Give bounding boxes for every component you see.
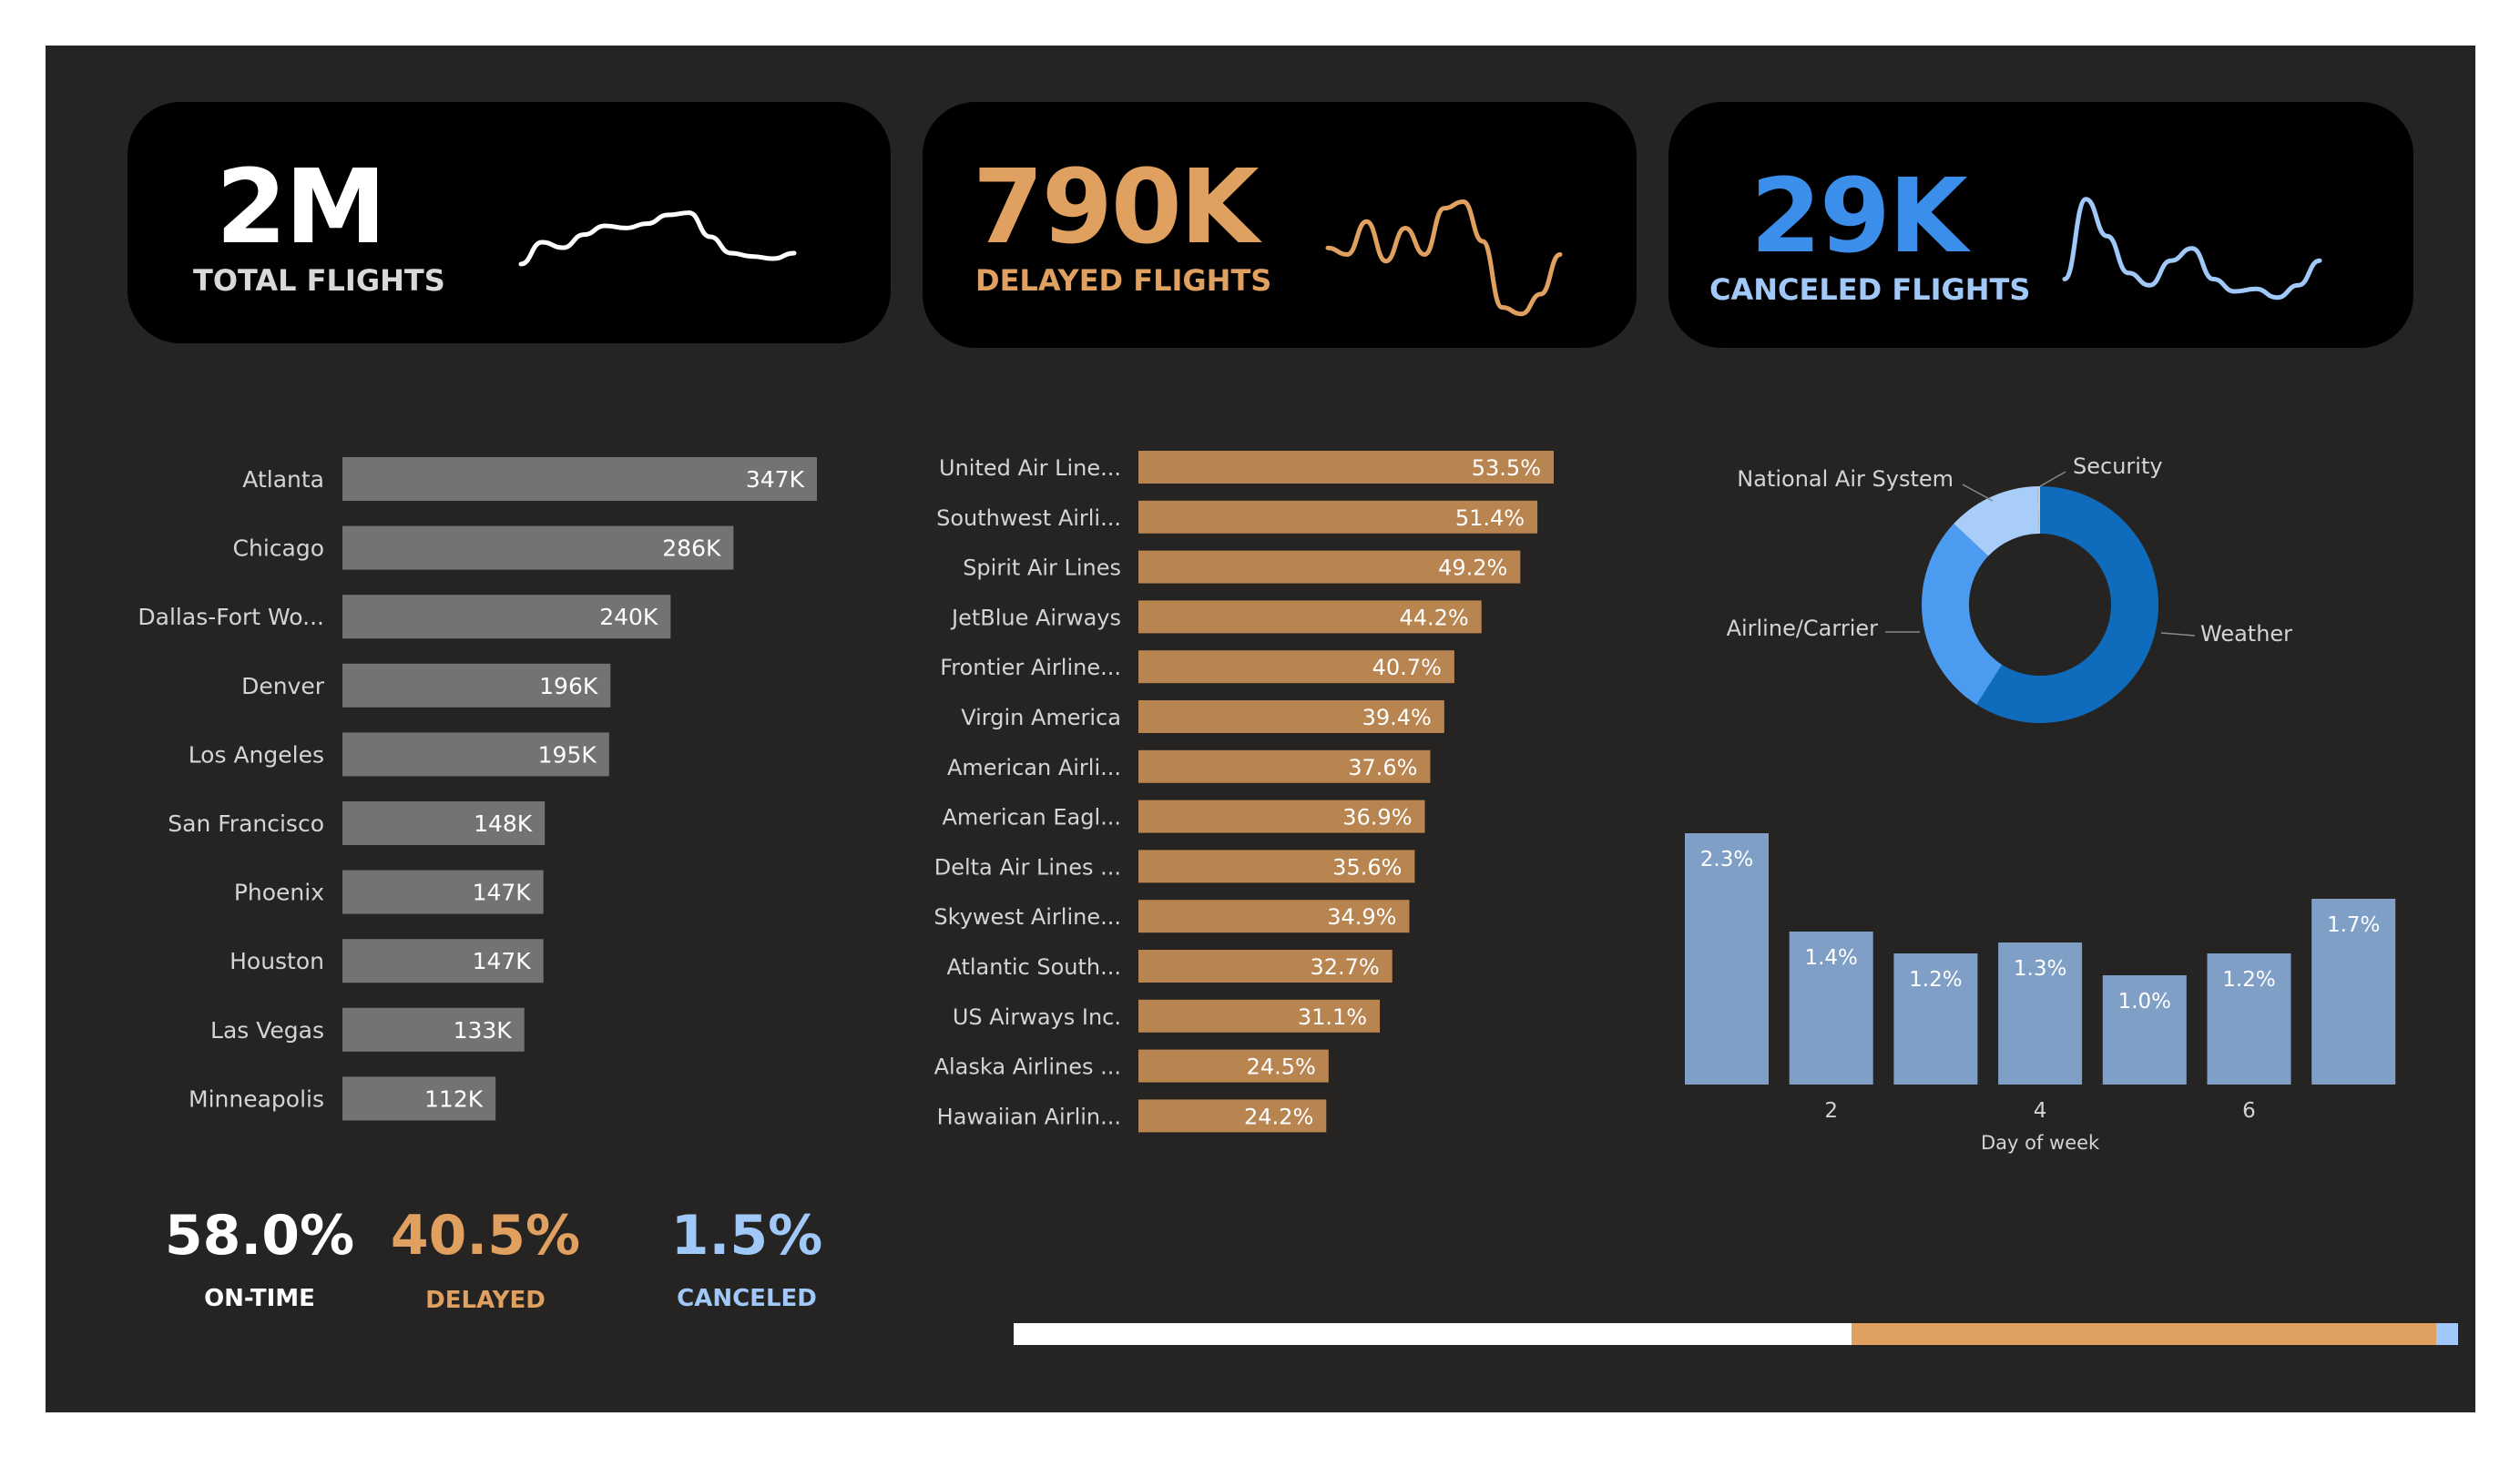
canceled-pct-value: 1.5% [670,1204,823,1268]
canceled-pct-label: CANCELED [677,1285,817,1312]
column-data-label: 2.3% [1700,848,1753,871]
flight-status-stacked-bar [1014,1323,2458,1345]
column-data-label: 1.4% [1804,946,1857,970]
status-bar-segment [2436,1323,2458,1345]
x-axis-title: Day of week [1981,1132,2100,1154]
x-tick-label: 2 [1824,1099,1838,1123]
column-data-label: 1.7% [2327,913,2380,937]
x-tick-label: 4 [2034,1099,2047,1123]
status-bar-segment [1851,1323,2437,1345]
dashboard-canvas: 2M TOTAL FLIGHTS 790K DELAYED FLIGHTS 29… [46,46,2475,1412]
column-data-label: 1.2% [1909,968,1962,992]
x-tick-label: 6 [2242,1099,2256,1123]
column-data-label: 1.2% [2222,968,2275,992]
delayed-pct-label: DELAYED [425,1287,546,1314]
column-data-label: 1.3% [2014,957,2066,981]
column-data-label: 1.0% [2118,990,2171,1014]
status-bar-segment [1014,1323,1852,1345]
delayed-pct-value: 40.5% [390,1204,581,1268]
